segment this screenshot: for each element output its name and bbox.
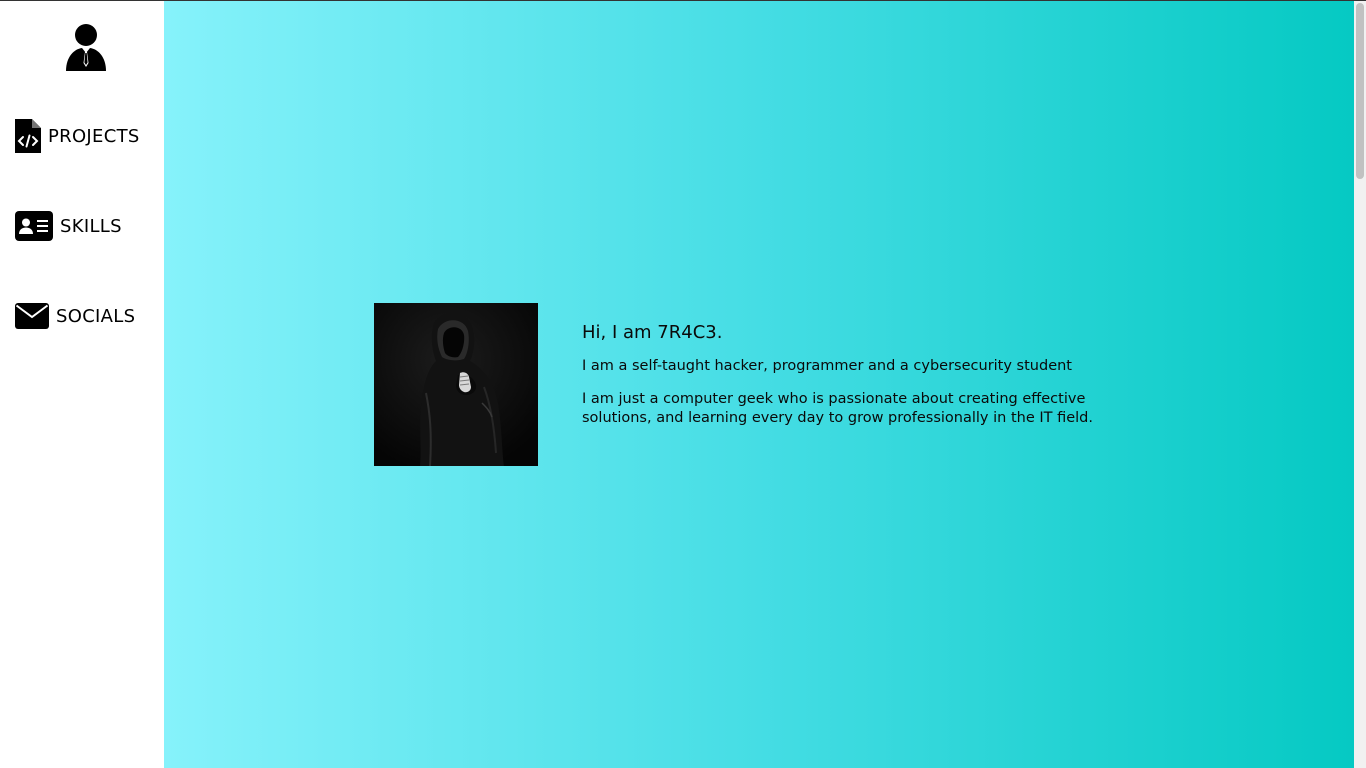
businessman-icon[interactable] <box>64 23 108 71</box>
page-scrollbar[interactable] <box>1354 1 1366 768</box>
code-file-icon <box>15 119 41 153</box>
id-card-icon <box>15 211 53 241</box>
intro-section: Hi, I am 7R4C3. I am a self-taught hacke… <box>582 322 1142 442</box>
scrollbar-thumb[interactable] <box>1356 3 1364 179</box>
intro-bio: I am just a computer geek who is passion… <box>582 391 1093 426</box>
intro-tagline: I am a self-taught hacker, programmer an… <box>582 358 1072 374</box>
nav-skills-label: SKILLS <box>60 215 122 237</box>
profile-photo <box>374 303 538 466</box>
nav-socials-label: SOCIALS <box>56 305 136 327</box>
main-content: Hi, I am 7R4C3. I am a self-taught hacke… <box>164 1 1354 768</box>
sidebar: PROJECTS SKILLS SOCIALS <box>0 1 164 768</box>
nav-projects[interactable]: PROJECTS <box>15 119 140 153</box>
intro-heading: Hi, I am 7R4C3. <box>582 322 723 343</box>
envelope-icon <box>15 303 49 329</box>
nav-skills[interactable]: SKILLS <box>15 211 122 241</box>
nav-socials[interactable]: SOCIALS <box>15 303 135 329</box>
hooded-figure-photo <box>374 303 538 466</box>
nav-projects-label: PROJECTS <box>48 125 140 147</box>
